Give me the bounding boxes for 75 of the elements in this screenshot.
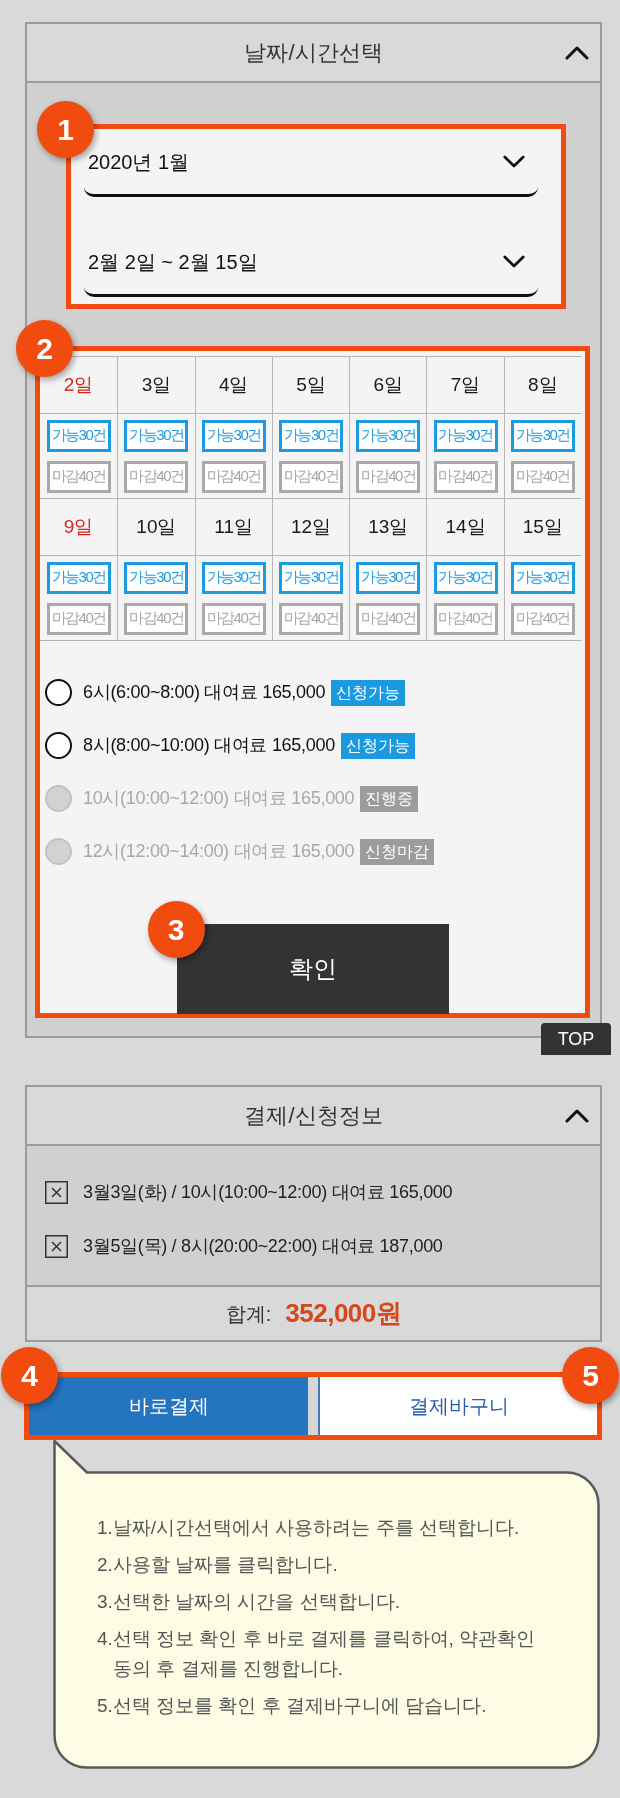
time-slot-text: 12시(12:00~14:00) 대여료 165,000 bbox=[83, 840, 355, 863]
available-count-badge[interactable]: 가능30건 bbox=[279, 561, 343, 594]
chevron-up-icon[interactable] bbox=[565, 45, 589, 60]
day-label: 15일 bbox=[522, 514, 563, 539]
order-item-text: 3월3일(화) / 10시(10:00~12:00) 대여료 165,000 bbox=[83, 1180, 453, 1204]
day-label: 8일 bbox=[528, 372, 558, 397]
day-label: 5일 bbox=[296, 372, 326, 397]
available-count-badge[interactable]: 가능30건 bbox=[201, 561, 266, 594]
available-count-badge[interactable]: 가능30건 bbox=[510, 419, 575, 452]
day-label: 3일 bbox=[141, 372, 172, 397]
instruction-text: 4.선택 정보 확인 후 바로 결제를 클릭하여, 약관확인 동의 후 결제를 진행합니다. bbox=[97, 1627, 537, 1681]
time-slot-text: 6시(6:00~8:00) 대여료 165,000 bbox=[83, 681, 326, 704]
time-slot-text: 8시(8:00~10:00) 대여료 165,000 bbox=[83, 734, 335, 757]
closed-count-badge: 마감40건 bbox=[201, 460, 266, 493]
total-label: 합계: bbox=[225, 1301, 272, 1327]
chevron-down-icon bbox=[503, 255, 525, 268]
closed-count-badge: 마감40건 bbox=[279, 460, 343, 493]
closed-count-badge: 마감40건 bbox=[46, 460, 111, 493]
closed-count-badge: 마감40건 bbox=[356, 602, 421, 635]
total-amount: 352,000원 bbox=[285, 1297, 402, 1330]
step-number-badge: 5 bbox=[562, 1347, 619, 1404]
instruction-text: 1.날짜/시간선택에서 사용하려는 주를 선택합니다. bbox=[97, 1516, 521, 1540]
available-count-badge[interactable]: 가능30건 bbox=[433, 561, 498, 594]
available-count-badge[interactable]: 가능30건 bbox=[510, 561, 575, 594]
available-count-badge[interactable]: 가능30건 bbox=[201, 419, 266, 452]
closed-count-badge: 마감40건 bbox=[124, 460, 189, 493]
closed-count-badge: 마감40건 bbox=[510, 602, 575, 635]
closed-count-badge: 마감40건 bbox=[510, 460, 575, 493]
day-label: 12일 bbox=[290, 514, 332, 539]
day-label: 10일 bbox=[136, 514, 177, 539]
step-number-badge: 3 bbox=[147, 901, 205, 958]
closed-count-badge: 마감40건 bbox=[279, 602, 343, 635]
time-slot-text: 10시(10:00~12:00) 대여료 165,000 bbox=[83, 787, 355, 810]
instruction-text: 3.선택한 날짜의 시간을 선택합니다. bbox=[97, 1590, 401, 1614]
closed-count-badge: 마감40건 bbox=[433, 602, 498, 635]
radio-button[interactable] bbox=[45, 732, 72, 759]
instruction-text: 5.선택 정보를 확인 후 결제바구니에 담습니다. bbox=[97, 1694, 488, 1718]
day-label: 4일 bbox=[218, 372, 249, 397]
radio-button[interactable] bbox=[45, 679, 72, 706]
close-icon[interactable] bbox=[45, 1180, 68, 1204]
status-badge: 신청가능 bbox=[331, 679, 406, 706]
close-icon[interactable] bbox=[45, 1234, 68, 1258]
closed-count-badge: 마감40건 bbox=[433, 460, 498, 493]
status-badge: 진행중 bbox=[360, 785, 419, 812]
panel-title: 결제/신청정보 bbox=[243, 1102, 384, 1130]
instruction-text: 2.사용할 날짜를 클릭합니다. bbox=[97, 1553, 339, 1577]
status-badge: 신청마감 bbox=[360, 838, 435, 865]
closed-count-badge: 마감40건 bbox=[356, 460, 421, 493]
available-count-badge[interactable]: 가능30건 bbox=[124, 419, 189, 452]
order-item-text: 3월5일(목) / 8시(20:00~22:00) 대여료 187,000 bbox=[83, 1234, 443, 1258]
dropdown-select[interactable]: 2월 2일 ~ 2월 15일 bbox=[84, 229, 538, 297]
panel-title: 날짜/시간선택 bbox=[243, 39, 384, 67]
closed-count-badge: 마감40건 bbox=[201, 602, 266, 635]
day-label: 9일 bbox=[63, 514, 94, 539]
step-number-badge: 2 bbox=[16, 320, 73, 377]
step-number-badge: 4 bbox=[1, 1347, 58, 1404]
available-count-badge[interactable]: 가능30건 bbox=[46, 561, 111, 594]
available-count-badge[interactable]: 가능30건 bbox=[124, 561, 189, 594]
available-count-badge[interactable]: 가능30건 bbox=[433, 419, 498, 452]
closed-count-badge: 마감40건 bbox=[46, 602, 111, 635]
available-count-badge[interactable]: 가능30건 bbox=[46, 419, 111, 452]
day-label: 13일 bbox=[368, 514, 409, 539]
chevron-down-icon bbox=[503, 155, 525, 168]
chevron-up-icon[interactable] bbox=[565, 1108, 589, 1123]
available-count-badge[interactable]: 가능30건 bbox=[279, 419, 343, 452]
closed-count-badge: 마감40건 bbox=[124, 602, 189, 635]
day-label: 14일 bbox=[445, 514, 486, 539]
day-label: 7일 bbox=[450, 372, 481, 397]
available-count-badge[interactable]: 가능30건 bbox=[356, 561, 421, 594]
day-label: 11일 bbox=[214, 514, 254, 539]
status-badge: 신청가능 bbox=[340, 732, 415, 759]
day-label: 6일 bbox=[373, 372, 404, 397]
dropdown-select[interactable]: 2020년 1월 bbox=[84, 129, 538, 197]
scroll-top-button[interactable]: TOP bbox=[541, 1023, 611, 1055]
available-count-badge[interactable]: 가능30건 bbox=[356, 419, 421, 452]
